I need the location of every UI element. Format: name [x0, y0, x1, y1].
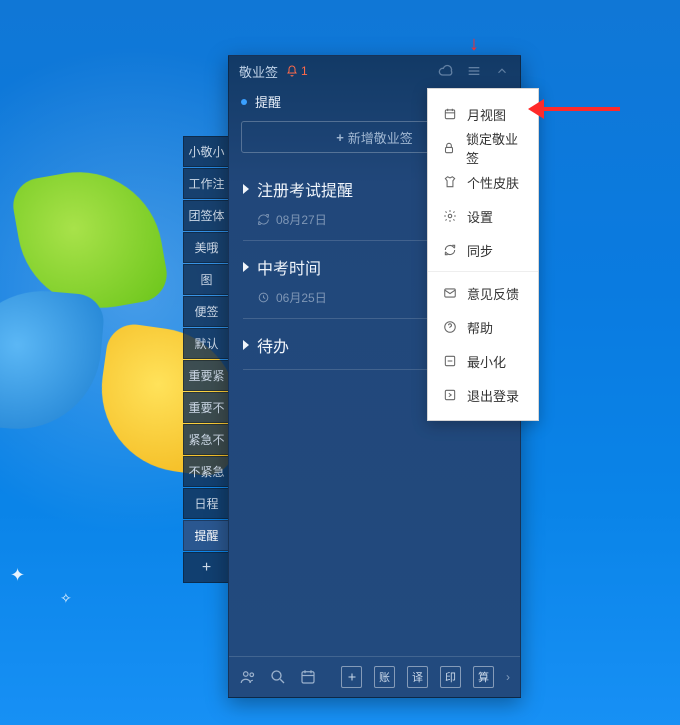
sidebar-tab[interactable]: 重要紧 — [183, 360, 229, 391]
app-title: 敬业签 — [239, 62, 278, 81]
sidebar-tab[interactable]: 紧急不 — [183, 424, 229, 455]
menu-icon[interactable] — [466, 63, 482, 79]
sidebar-tab[interactable]: 图 — [183, 264, 229, 295]
sidebar-tabs: 小敬小工作注团签体美哦图便签默认重要紧重要不紧急不不紧急日程提醒+ — [183, 136, 229, 584]
exit-icon — [442, 388, 457, 403]
menu-item-label: 最小化 — [467, 352, 506, 371]
menu-item-label: 帮助 — [467, 318, 493, 337]
mail-icon — [442, 286, 457, 301]
sidebar-tab[interactable]: 美哦 — [183, 232, 229, 263]
sidebar-tab[interactable]: 小敬小 — [183, 136, 229, 167]
collapse-icon[interactable] — [494, 63, 510, 79]
section-dot-icon — [241, 99, 247, 105]
menu-separator — [428, 271, 538, 272]
lock-icon — [442, 141, 456, 156]
notification-count: 1 — [301, 64, 308, 78]
menu-item-label: 月视图 — [467, 105, 506, 124]
menu-item-exit[interactable]: 退出登录 — [428, 378, 538, 412]
titlebar[interactable]: 敬业签 1 — [229, 56, 520, 86]
sidebar-tab[interactable]: 团签体 — [183, 200, 229, 231]
caret-right-icon — [243, 262, 249, 272]
annotation-arrow-down: ↓ — [469, 33, 479, 56]
menu-item-label: 个性皮肤 — [467, 173, 519, 192]
windows-logo — [0, 150, 200, 390]
menu-item-minimize[interactable]: 最小化 — [428, 344, 538, 378]
gear-icon — [442, 209, 457, 224]
menu-item-help[interactable]: 帮助 — [428, 310, 538, 344]
sparkle-icon: ✦ — [10, 565, 25, 586]
menu-item-shirt[interactable]: 个性皮肤 — [428, 165, 538, 199]
help-icon — [442, 320, 457, 335]
menu-item-gear[interactable]: 设置 — [428, 199, 538, 233]
tool-account-button[interactable]: 账 — [374, 666, 395, 688]
menu-item-calendar[interactable]: 月视图 — [428, 97, 538, 131]
tool-calc-button[interactable]: 算 — [473, 666, 494, 688]
menu-item-label: 退出登录 — [467, 386, 519, 405]
repeat-icon — [257, 213, 270, 226]
shirt-icon — [442, 175, 457, 190]
calendar-icon[interactable] — [299, 668, 317, 686]
note-title: 注册考试提醒 — [257, 177, 353, 201]
menu-item-label: 意见反馈 — [467, 284, 519, 303]
sidebar-tab[interactable]: 便签 — [183, 296, 229, 327]
sidebar-tab-add[interactable]: + — [183, 552, 229, 583]
note-date: 06月25日 — [276, 289, 327, 306]
calendar-icon — [442, 107, 457, 122]
note-title: 中考时间 — [257, 255, 321, 279]
sidebar-tab[interactable]: 默认 — [183, 328, 229, 359]
caret-right-icon — [243, 340, 249, 350]
menu-item-mail[interactable]: 意见反馈 — [428, 276, 538, 310]
tool-translate-button[interactable]: 译 — [407, 666, 428, 688]
bottom-toolbar: 账 译 印 算 › — [229, 656, 520, 697]
clock-icon — [257, 291, 270, 304]
note-title: 待办 — [257, 333, 289, 357]
caret-right-icon — [243, 184, 249, 194]
notification-badge[interactable]: 1 — [286, 64, 308, 78]
bell-icon — [286, 65, 298, 77]
sidebar-tab[interactable]: 重要不 — [183, 392, 229, 423]
sidebar-tab[interactable]: 提醒 — [183, 520, 229, 551]
sidebar-tab[interactable]: 不紧急 — [183, 456, 229, 487]
cloud-icon[interactable] — [438, 63, 454, 79]
menu-item-label: 同步 — [467, 241, 493, 260]
sidebar-tab[interactable]: 工作注 — [183, 168, 229, 199]
add-note-label: 新增敬业签 — [348, 128, 413, 147]
note-date: 08月27日 — [276, 211, 327, 228]
dropdown-menu: 月视图锁定敬业签个性皮肤设置同步意见反馈帮助最小化退出登录 — [427, 88, 539, 421]
plus-icon: + — [336, 130, 344, 145]
sidebar-tab[interactable]: 日程 — [183, 488, 229, 519]
sparkle-icon: ✧ — [60, 590, 72, 607]
menu-item-label: 设置 — [467, 207, 493, 226]
menu-item-sync[interactable]: 同步 — [428, 233, 538, 267]
contacts-icon[interactable] — [239, 668, 257, 686]
minimize-icon — [442, 354, 457, 369]
search-icon[interactable] — [269, 668, 287, 686]
tool-print-button[interactable]: 印 — [440, 666, 461, 688]
sync-icon — [442, 243, 457, 258]
new-square-button[interactable] — [341, 666, 362, 688]
menu-item-label: 锁定敬业签 — [466, 129, 524, 167]
chevron-right-icon[interactable]: › — [506, 670, 510, 684]
menu-item-lock[interactable]: 锁定敬业签 — [428, 131, 538, 165]
desktop-background: ✦ ✧ 小敬小工作注团签体美哦图便签默认重要紧重要不紧急不不紧急日程提醒+ 敬业… — [0, 0, 680, 725]
section-title: 提醒 — [255, 92, 281, 111]
